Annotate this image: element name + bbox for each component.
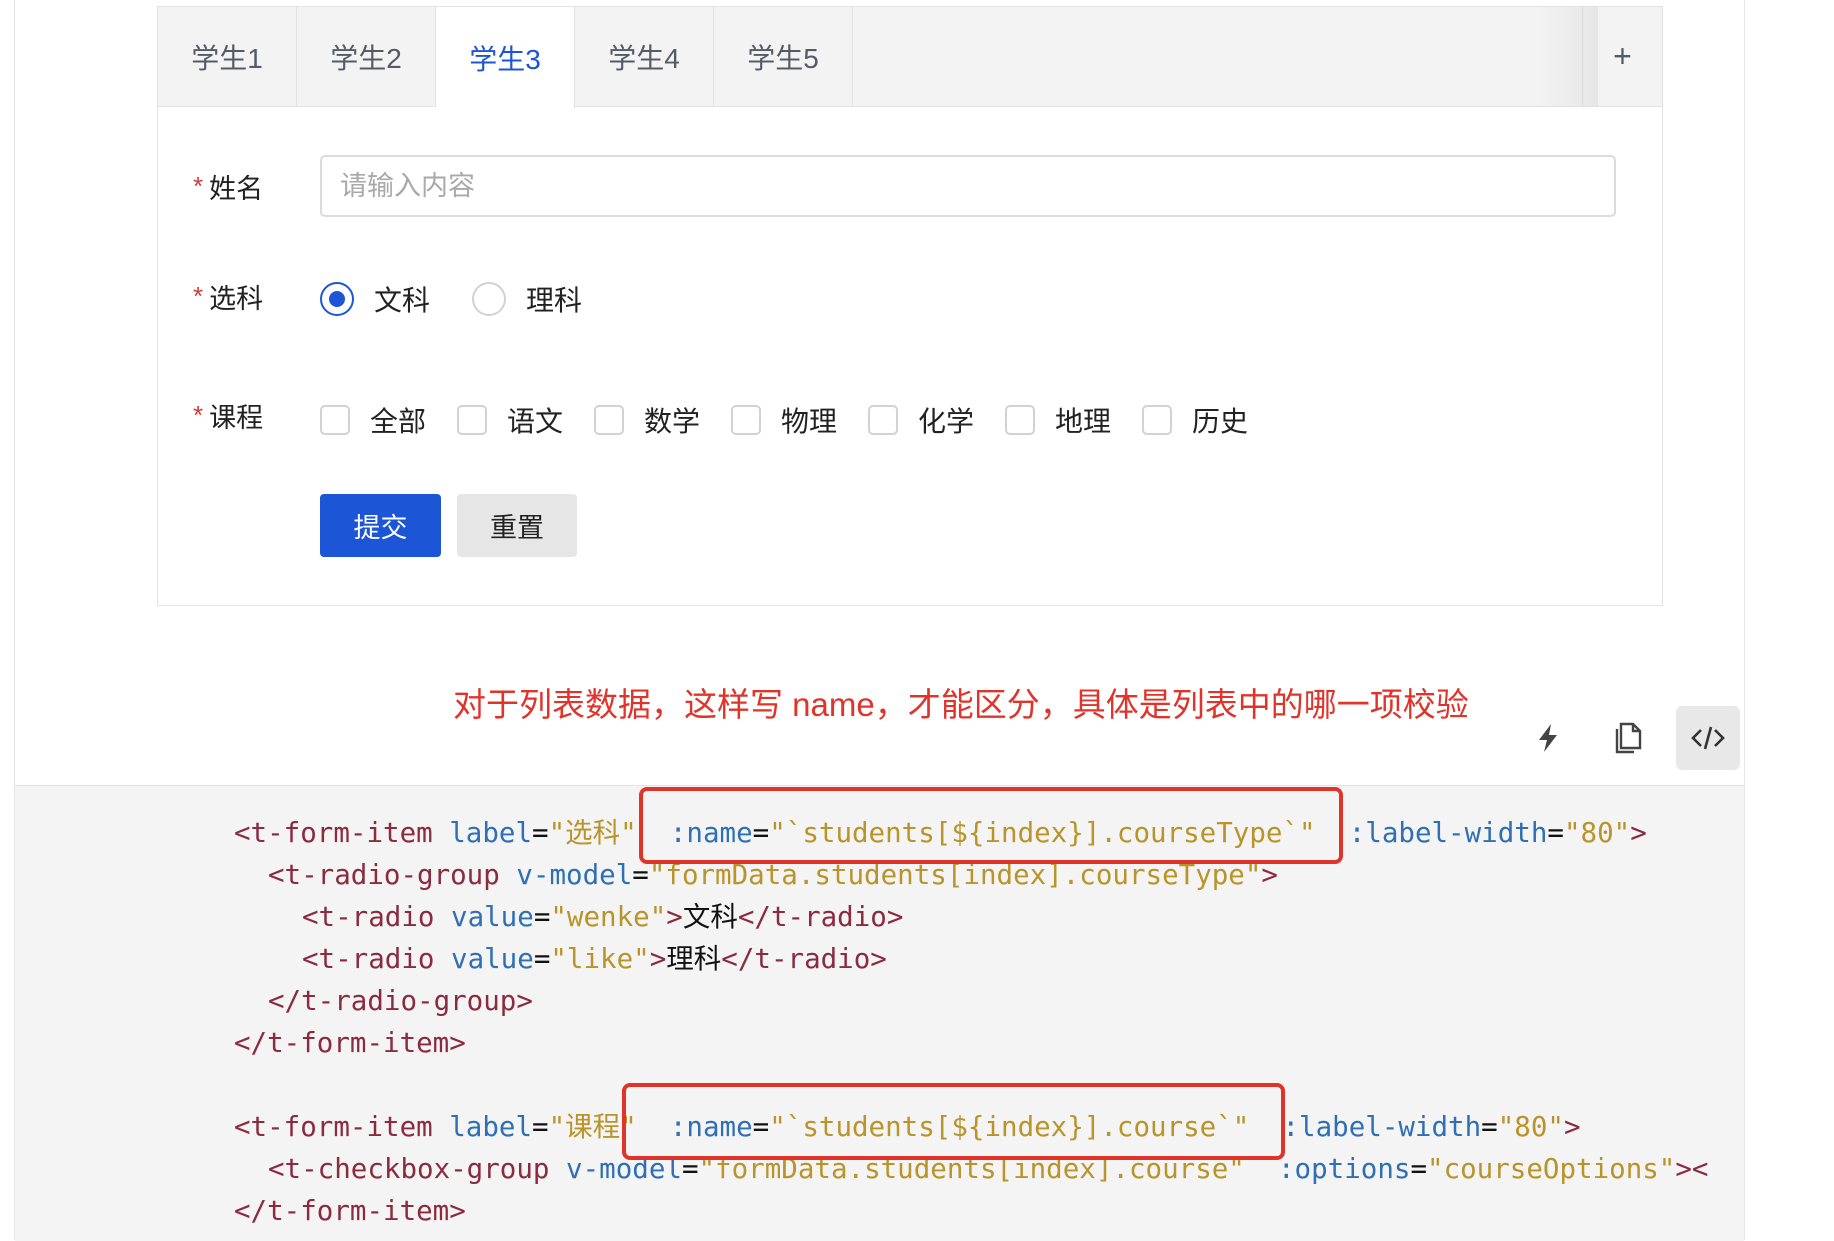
checkbox-math[interactable]: 数学 — [594, 400, 700, 440]
demo-preview-card: 学生1 学生2 学生3 学生4 学生5 + * 姓名 * 选科 文科 理科 * … — [157, 6, 1663, 606]
reset-button[interactable]: 重置 — [457, 494, 577, 557]
radio-wenke-label: 文科 — [374, 285, 431, 316]
code-punct: = — [1547, 817, 1564, 849]
checkbox-chinese[interactable]: 语文 — [457, 400, 563, 440]
checkbox-geography-label: 地理 — [1055, 406, 1112, 437]
add-tab-button[interactable]: + — [1582, 7, 1662, 106]
checkbox-physics-label: 物理 — [781, 406, 838, 437]
code-attr: :label-width — [1282, 1111, 1482, 1143]
code-attr: value — [451, 901, 534, 933]
required-mark: * — [193, 170, 204, 201]
code-tag: > — [1563, 1111, 1581, 1143]
checkbox-chinese-label: 语文 — [507, 406, 564, 437]
code-string: "选科" — [548, 817, 637, 849]
checkbox-icon — [320, 405, 350, 435]
checkbox-icon — [731, 405, 761, 435]
code-line: </t-form-item> — [234, 1022, 466, 1064]
course-label-text: 课程 — [209, 402, 264, 433]
highlight-box-coursetype-name — [639, 787, 1343, 864]
lightning-icon[interactable] — [1516, 706, 1580, 770]
tab-student-1[interactable]: 学生1 — [158, 7, 297, 107]
code-attr: :label-width — [1348, 817, 1548, 849]
checkbox-icon — [457, 405, 487, 435]
code-string: "like" — [550, 943, 650, 975]
course-type-label: * 选科 — [193, 276, 263, 316]
annotation-note: 对于列表数据，这样写 name，才能区分，具体是列表中的哪一项校验 — [453, 686, 1469, 723]
radio-unchecked-icon — [472, 282, 506, 316]
checkbox-physics[interactable]: 物理 — [731, 400, 837, 440]
code-tag: </t-radio> — [737, 901, 904, 933]
code-string: "80" — [1563, 817, 1631, 849]
code-tag: </t-radio> — [721, 943, 887, 975]
checkbox-history-label: 历史 — [1192, 406, 1249, 437]
checkbox-geography[interactable]: 地理 — [1005, 400, 1111, 440]
code-tag: > — [666, 901, 683, 933]
code-tag: <t-radio — [302, 943, 435, 975]
name-label-text: 姓名 — [209, 173, 264, 204]
checkbox-chemistry[interactable]: 化学 — [868, 400, 974, 440]
copy-icon[interactable] — [1596, 706, 1660, 770]
code-icon[interactable] — [1676, 706, 1740, 770]
code-text: 理科 — [666, 943, 722, 975]
code-attr: label — [449, 817, 533, 849]
radio-checked-icon — [320, 282, 354, 316]
tab-student-5[interactable]: 学生5 — [714, 7, 853, 107]
checkbox-history[interactable]: 历史 — [1142, 400, 1248, 440]
checkbox-math-label: 数学 — [644, 406, 701, 437]
name-input[interactable] — [320, 155, 1616, 217]
code-punct: = — [533, 901, 551, 933]
code-punct: = — [533, 943, 551, 975]
code-tag: <t-checkbox-group — [268, 1153, 550, 1185]
code-tag: <t-radio-group — [268, 859, 500, 891]
code-punct: = — [1410, 1153, 1428, 1185]
checkbox-icon — [868, 405, 898, 435]
name-label: * 姓名 — [193, 166, 263, 206]
code-line: </t-radio-group> — [268, 980, 533, 1022]
checkbox-icon — [594, 405, 624, 435]
code-string: "wenke" — [550, 901, 667, 933]
radio-like[interactable]: 理科 — [472, 279, 582, 319]
code-tag: </t-radio-group> — [268, 985, 533, 1017]
code-tag: <t-radio — [302, 901, 435, 933]
submit-button[interactable]: 提交 — [320, 494, 441, 557]
course-label: * 课程 — [193, 395, 263, 435]
code-tag: > — [1630, 817, 1647, 849]
tab-student-3[interactable]: 学生3 — [436, 7, 575, 108]
required-mark: * — [193, 280, 204, 311]
code-tag: </t-form-item> — [234, 1027, 466, 1059]
highlight-box-course-name — [622, 1083, 1285, 1160]
required-mark: * — [193, 399, 204, 430]
checkbox-icon — [1005, 405, 1035, 435]
code-attr: v-model — [516, 859, 633, 891]
checkbox-chemistry-label: 化学 — [918, 406, 975, 437]
code-punct: = — [1481, 1111, 1498, 1143]
code-attr: value — [451, 943, 534, 975]
frame-right-border — [1744, 0, 1745, 1240]
code-text: 文科 — [682, 901, 738, 933]
code-line: <t-radio value="wenke">文科</t-radio> — [302, 896, 903, 938]
code-string: "courseOptions" — [1427, 1153, 1676, 1185]
code-tag: >< — [1675, 1153, 1709, 1185]
code-punct: = — [532, 817, 549, 849]
code-punct: = — [532, 1111, 549, 1143]
student-tabbar: 学生1 学生2 学生3 学生4 学生5 + — [158, 7, 1662, 108]
code-line: <t-radio value="like">理科</t-radio> — [302, 938, 887, 980]
checkbox-all[interactable]: 全部 — [320, 400, 426, 440]
code-line: </t-form-item> — [234, 1190, 466, 1232]
radio-wenke[interactable]: 文科 — [320, 279, 430, 319]
code-string: "80" — [1497, 1111, 1564, 1143]
checkbox-icon — [1142, 405, 1172, 435]
code-attr: label — [449, 1111, 533, 1143]
checkbox-all-label: 全部 — [370, 406, 427, 437]
radio-like-label: 理科 — [526, 285, 583, 316]
course-type-label-text: 选科 — [209, 283, 264, 314]
code-attr: :options — [1278, 1153, 1411, 1185]
code-tag: <t-form-item — [234, 1111, 433, 1143]
tab-student-4[interactable]: 学生4 — [575, 7, 714, 107]
code-tag: </t-form-item> — [234, 1195, 466, 1227]
tab-student-2[interactable]: 学生2 — [297, 7, 436, 107]
code-tag: > — [649, 943, 667, 975]
code-tag: <t-form-item — [234, 817, 433, 849]
